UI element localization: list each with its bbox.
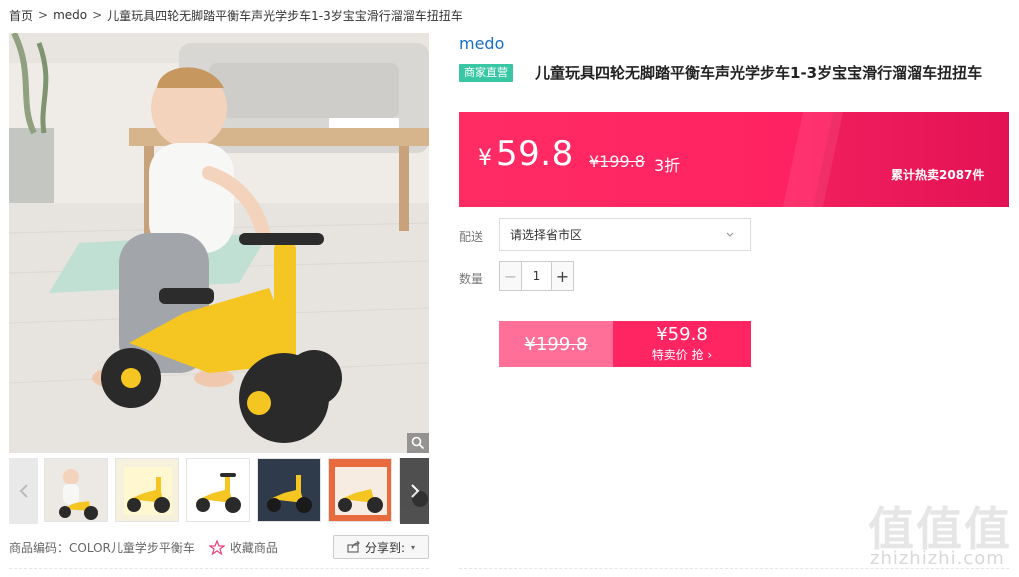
favorite-button[interactable]: 收藏商品	[208, 539, 278, 556]
chevron-down-icon: ▾	[411, 542, 416, 552]
watermark-site: zhizhizhi.com	[870, 548, 1005, 569]
quantity-input[interactable]: 1	[522, 262, 551, 290]
currency-symbol: ¥	[478, 146, 492, 171]
price-band: ¥ 59.8 ¥199.8 3折 累计热卖2087件	[459, 112, 1009, 207]
breadcrumb: 首页 > medo > 儿童玩具四轮无脚踏平衡车声光学步车1-3岁宝宝滑行溜溜车…	[9, 6, 463, 24]
sku-code: 商品编码：COLOR儿童学步平衡车	[9, 540, 195, 555]
thumbnail-prev-button[interactable]	[9, 458, 38, 524]
price-band-decoration	[813, 112, 1009, 207]
share-button[interactable]: 分享到: ▾	[333, 535, 429, 559]
magnifier-icon	[411, 436, 425, 450]
thumbnail-image	[45, 459, 107, 521]
quantity-decrease-button[interactable]: −	[500, 262, 522, 290]
breadcrumb-current: 儿童玩具四轮无脚踏平衡车声光学步车1-3岁宝宝滑行溜溜车扭扭车	[107, 8, 463, 23]
region-select-placeholder: 请选择省市区	[510, 228, 583, 242]
chevron-left-icon	[19, 484, 28, 498]
product-title-row: 商家直营 儿童玩具四轮无脚踏平衡车声光学步车1-3岁宝宝滑行溜溜车扭扭车	[459, 63, 1004, 83]
brand-link[interactable]: medo	[459, 34, 504, 53]
buy-sale-price: ¥59.8	[656, 324, 708, 345]
quantity-label: 数量	[459, 272, 484, 286]
buy-cta-text: 特卖价 抢 ›	[651, 348, 713, 362]
thumbnail-strip	[9, 458, 429, 524]
delivery-label: 配送	[459, 230, 484, 244]
thumbnail-image	[329, 459, 391, 521]
product-meta-row: 商品编码：COLOR儿童学步平衡车 收藏商品 分享到: ▾	[9, 533, 429, 561]
sale-price: 59.8	[496, 134, 574, 174]
thumbnail-image	[187, 459, 249, 521]
thumbnail-2[interactable]	[115, 458, 179, 522]
buy-sale-section: ¥59.8 特卖价 抢 ›	[613, 321, 751, 367]
region-select[interactable]: 请选择省市区	[499, 218, 751, 251]
favorite-label: 收藏商品	[229, 540, 278, 555]
sold-count: 累计热卖2087件	[891, 168, 985, 182]
zoom-button[interactable]	[407, 433, 429, 453]
breadcrumb-home[interactable]: 首页	[9, 7, 33, 24]
thumbnail-next-button[interactable]	[400, 458, 429, 524]
star-icon	[208, 539, 225, 555]
discount-label: 3折	[654, 156, 681, 175]
direct-sale-badge: 商家直营	[459, 64, 513, 82]
product-title: 儿童玩具四轮无脚踏平衡车声光学步车1-3岁宝宝滑行溜溜车扭扭车	[535, 64, 983, 82]
breadcrumb-separator: >	[92, 8, 103, 22]
share-icon	[347, 541, 360, 553]
main-product-image[interactable]	[9, 33, 429, 453]
thumbnail-image	[258, 459, 320, 521]
thumbnail-1[interactable]	[44, 458, 108, 522]
thumbnail-5[interactable]	[328, 458, 392, 522]
thumbnail-3[interactable]	[186, 458, 250, 522]
quantity-stepper: − 1 +	[499, 261, 574, 291]
buy-now-button[interactable]: ¥199.8 ¥59.8 特卖价 抢 ›	[499, 321, 751, 367]
chevron-down-icon	[726, 232, 734, 237]
divider	[9, 568, 429, 569]
product-photo	[9, 33, 429, 453]
share-label: 分享到:	[364, 540, 406, 555]
original-price: ¥199.8	[589, 152, 645, 171]
breadcrumb-brand[interactable]: medo	[53, 8, 87, 22]
thumbnail-4[interactable]	[257, 458, 321, 522]
quantity-increase-button[interactable]: +	[551, 262, 573, 290]
breadcrumb-separator: >	[38, 8, 49, 22]
buy-original-price: ¥199.8	[499, 321, 613, 367]
thumbnail-image	[116, 459, 178, 521]
chevron-right-icon	[410, 484, 419, 498]
